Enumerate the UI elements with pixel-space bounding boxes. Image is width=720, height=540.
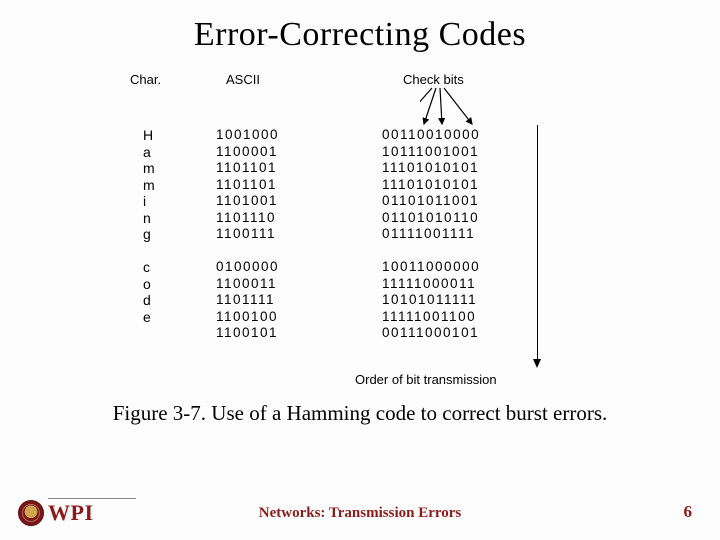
- table-row: 1101111: [216, 292, 350, 309]
- checkbits-column: 00110010000 10111001001 11101010101 1110…: [350, 127, 480, 342]
- table-row: 00111000101: [382, 325, 480, 342]
- table-row: e: [130, 309, 190, 326]
- table-row: 10101011111: [382, 292, 480, 309]
- table-row: 00110010000: [382, 127, 480, 144]
- hamming-figure: Char. ASCII Check bits H a m m i n g c o…: [130, 72, 590, 387]
- table-row: 11101010101: [382, 177, 480, 194]
- table-row: i: [130, 193, 190, 210]
- figure-caption: Figure 3-7. Use of a Hamming code to cor…: [0, 401, 720, 426]
- fanout-arrows-icon: [420, 82, 520, 127]
- table-row: g: [130, 226, 190, 243]
- ascii-column: 1001000 1100001 1101101 1101101 1101001 …: [190, 127, 350, 342]
- table-row: o: [130, 276, 190, 293]
- footer-text: Networks: Transmission Errors: [259, 505, 462, 522]
- table-row: 1100111: [216, 226, 350, 243]
- table-row: m: [130, 160, 190, 177]
- table-row: 1101110: [216, 210, 350, 227]
- table-row: 1100101: [216, 325, 350, 342]
- table-row: 1101101: [216, 160, 350, 177]
- table-row: 01101011001: [382, 193, 480, 210]
- table-row: 11111001100: [382, 309, 480, 326]
- table-row: 0100000: [216, 259, 350, 276]
- order-label: Order of bit transmission: [355, 372, 497, 387]
- table-row: d: [130, 292, 190, 309]
- table-row: 1100100: [216, 309, 350, 326]
- table-row: 1001000: [216, 127, 350, 144]
- table-row: H: [130, 127, 190, 144]
- table-row: 1101101: [216, 177, 350, 194]
- page-number: 6: [684, 502, 693, 522]
- table-row: 01101010110: [382, 210, 480, 227]
- table-row: c: [130, 259, 190, 276]
- logo-text: WPI: [48, 500, 94, 526]
- transmission-arrow-icon: [533, 125, 543, 368]
- char-column: H a m m i n g c o d e: [130, 127, 190, 342]
- col-header-ascii: ASCII: [226, 72, 260, 87]
- page-title: Error-Correcting Codes: [0, 0, 720, 54]
- col-header-char: Char.: [130, 72, 161, 87]
- table-row: n: [130, 210, 190, 227]
- table-row: a: [130, 144, 190, 161]
- table-row: 11101010101: [382, 160, 480, 177]
- seal-icon: [18, 500, 44, 526]
- table-row: 1100001: [216, 144, 350, 161]
- table-row: 10111001001: [382, 144, 480, 161]
- table-row: 1101001: [216, 193, 350, 210]
- table-row: 10011000000: [382, 259, 480, 276]
- wpi-logo: WPI: [18, 500, 94, 526]
- table-row: 11111000011: [382, 276, 480, 293]
- table-row: 1100011: [216, 276, 350, 293]
- table-row: m: [130, 177, 190, 194]
- table-row: 01111001111: [382, 226, 480, 243]
